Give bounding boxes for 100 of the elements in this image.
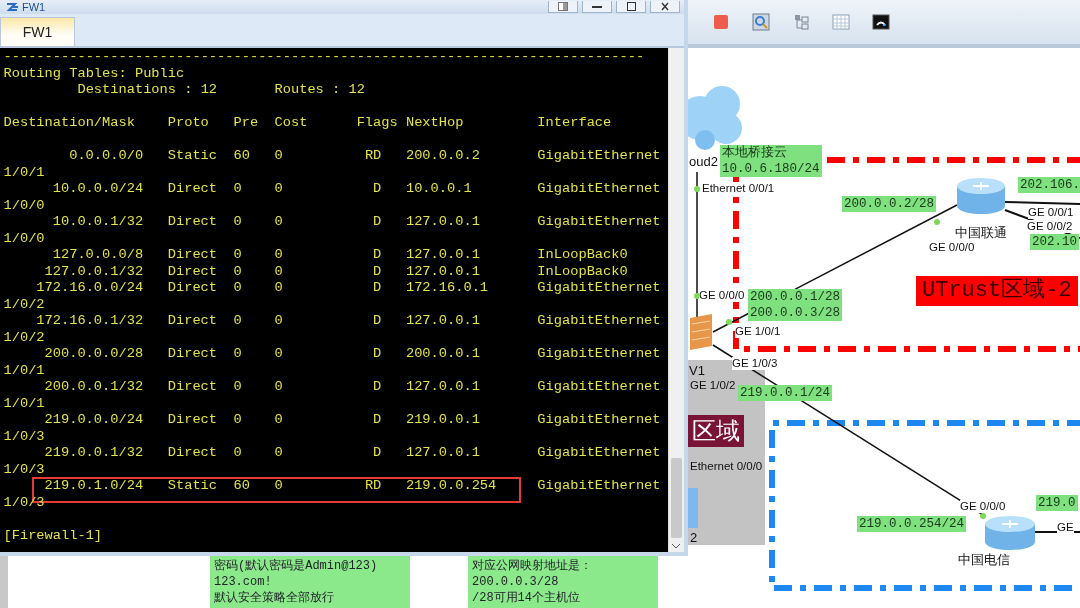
table-cell-text: Direct: [167, 412, 219, 429]
port-label: GE 1/0/1: [735, 325, 781, 338]
table-cell-text: 127.0.0.1/32: [43, 263, 144, 280]
table-cell: GigabitEthernet: [537, 379, 661, 396]
table-cell-text: 219.0.0.0/24: [43, 412, 144, 429]
table-cell: GigabitEthernet: [537, 280, 661, 297]
port-label: GE 0/0/0: [960, 500, 1006, 513]
zone-label: UTrust区域-2: [916, 276, 1078, 306]
address-note: 219.0: [1036, 495, 1078, 511]
table-cell-text: 0: [233, 280, 243, 297]
device-label: oud2: [689, 155, 718, 169]
table-cell-text: D: [372, 379, 382, 396]
pc-icon: [688, 488, 698, 528]
table-cell-text: Direct: [167, 263, 219, 280]
table-cell-text: 10.0.0.1/32: [51, 214, 144, 231]
table-cell: 1/0/1: [3, 395, 45, 412]
table-cell-text: Static: [167, 478, 219, 495]
table-cell: 1/0/1: [3, 362, 45, 379]
note-text: 密码(默认密码是Admin@123) 123.com! 默认安全策略全部放行: [210, 556, 410, 608]
table-cell-text: 0.0.0.0/0: [68, 148, 144, 165]
table-cell-text: 127.0.0.1: [405, 445, 481, 462]
minimize-icon: [592, 5, 602, 8]
port-dot: [726, 319, 732, 325]
table-cell-text: D: [372, 247, 382, 264]
table-cell-text: 219.0.0.1: [405, 412, 481, 429]
port-dot: [694, 186, 700, 192]
table-cell-text: 200.0.0.2: [405, 148, 481, 165]
table-cell: GigabitEthernet: [537, 148, 661, 165]
table-cell: 1/0/3: [3, 461, 45, 478]
device-label: 中国联通: [955, 226, 1007, 240]
maximize-button[interactable]: [616, 1, 646, 13]
scrollbar[interactable]: [668, 48, 684, 552]
port-dot: [694, 293, 700, 299]
table-cell-text: 219.0.0.1/32: [43, 445, 144, 462]
table-cell-text: 172.16.0.1: [405, 280, 490, 297]
device-label: 2: [690, 531, 698, 545]
column-header: Flags: [356, 115, 399, 132]
column-header: Interface: [537, 115, 612, 132]
terminal-text: Destinations : 12: [77, 82, 218, 99]
table-cell: GigabitEthernet: [537, 445, 661, 462]
restore-icon: [558, 2, 568, 11]
tree-icon[interactable]: [792, 13, 810, 31]
port-label: GE 0/0/1: [1028, 206, 1074, 219]
table-cell-text: Static: [167, 148, 219, 165]
terminal-icon[interactable]: [872, 13, 890, 31]
address-note: 219.0.0.254/24: [857, 516, 967, 532]
table-cell-text: 200.0.0.1: [405, 346, 481, 363]
port-label: GE 0/0/2: [1027, 220, 1073, 233]
table-cell-text: 60: [233, 478, 251, 495]
scroll-thumb[interactable]: [671, 458, 682, 538]
table-cell: GigabitEthernet: [537, 478, 661, 495]
close-button[interactable]: [650, 1, 680, 13]
address-note: 200.0.0.2/28: [842, 196, 936, 212]
table-cell-text: D: [372, 280, 382, 297]
stop-icon[interactable]: [712, 13, 730, 31]
port-label: GE 1/0/3: [732, 357, 778, 370]
minimize-button[interactable]: [582, 1, 612, 13]
table-cell-text: 0: [233, 263, 243, 280]
tab[interactable]: FW1: [0, 17, 75, 46]
table-cell: GigabitEthernet: [537, 181, 661, 198]
magnifier-icon[interactable]: [752, 13, 770, 31]
table-cell-text: 219.0.1.0/24: [43, 478, 144, 495]
table-cell-text: Direct: [167, 379, 219, 396]
address-note: 本地桥接云 10.0.6.180/24: [720, 145, 822, 177]
table-cell-text: 172.16.0.0/24: [35, 280, 144, 297]
port-dot: [934, 219, 940, 225]
table-cell: GigabitEthernet: [537, 313, 661, 330]
column-header: Pre: [233, 115, 260, 132]
table-cell-text: 0: [274, 148, 284, 165]
port-label: GE 0/0/0: [929, 241, 975, 254]
table-cell-text: 60: [233, 148, 251, 165]
table-cell-text: 0: [233, 346, 243, 363]
table-cell: 1/0/0: [3, 230, 45, 247]
terminal-text: Routes : 12: [274, 82, 365, 99]
table-cell-text: D: [372, 214, 382, 231]
device-label: V1: [689, 364, 705, 378]
router-icon: [957, 178, 1005, 214]
table-cell-text: 0: [274, 313, 284, 330]
table-cell: 1/0/2: [3, 296, 45, 313]
table-cell-text: 0: [274, 412, 284, 429]
table-cell-text: Direct: [167, 181, 219, 198]
table-cell-text: 0: [233, 445, 243, 462]
table-cell-text: Direct: [167, 280, 219, 297]
link-line: [1034, 531, 1080, 533]
table-cell-text: 0: [233, 379, 243, 396]
zone-label: 区域: [688, 415, 744, 447]
restore-button[interactable]: [548, 1, 578, 13]
table-cell: InLoopBack0: [537, 247, 628, 264]
table-cell-text: 10.0.0.1: [405, 181, 473, 198]
table-cell: RD: [364, 478, 382, 495]
table-cell-text: 127.0.0.1: [405, 263, 481, 280]
table-cell-text: 0: [233, 247, 243, 264]
table-cell: 1/0/3: [3, 494, 45, 511]
device-label: 中国电信: [958, 553, 1010, 567]
table-cell-text: 127.0.0.0/8: [51, 247, 144, 264]
address-note: 219.0.0.1/24: [738, 385, 832, 401]
table-cell-text: 0: [233, 313, 243, 330]
column-header: Cost: [274, 115, 309, 132]
table-cell-text: Direct: [167, 214, 219, 231]
table-cell-text: D: [372, 313, 382, 330]
